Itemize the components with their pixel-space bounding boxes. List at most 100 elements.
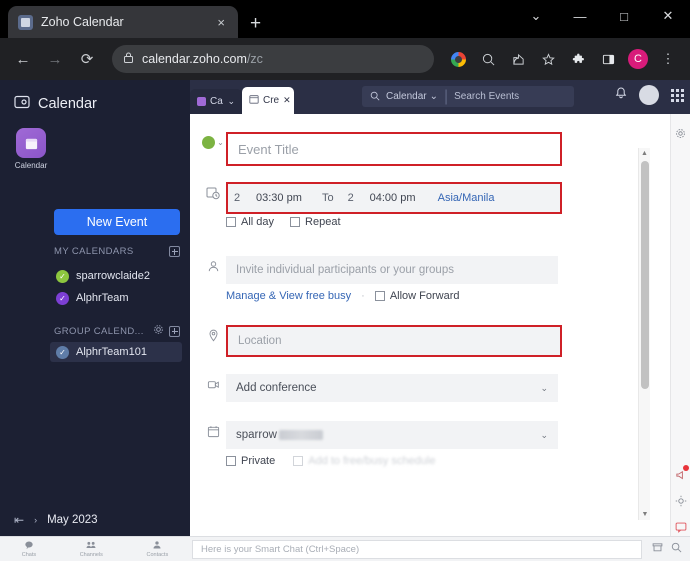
private-checkbox[interactable]: Private — [226, 455, 275, 467]
tab-create-event[interactable]: Cre ✕ — [242, 87, 294, 114]
event-title-placeholder: Event Title — [238, 141, 299, 157]
browser-tab-title: Zoho Calendar — [41, 15, 124, 29]
search-icon[interactable] — [671, 542, 682, 556]
mini-calendar-month[interactable]: May 2023 — [47, 514, 98, 526]
user-avatar[interactable] — [639, 85, 659, 105]
side-panel-icon[interactable] — [594, 45, 622, 73]
sidebar-item-alphrteam[interactable]: ✓ AlphrTeam — [50, 288, 182, 308]
sidebar-item-sparrowclaide2[interactable]: ✓ sparrowclaide2 — [50, 266, 182, 286]
sidebar-item-alphrteam101[interactable]: ✓ AlphrTeam101 — [50, 342, 182, 362]
location-input[interactable]: Location — [228, 327, 560, 355]
smart-chat-input[interactable]: Here is your Smart Chat (Ctrl+Space) — [192, 539, 642, 559]
chats-icon — [22, 540, 36, 552]
zoho-calendar-app: Calendar Calendar New Event MY CALENDARS… — [0, 80, 690, 561]
calendar-color-dot: ✓ — [56, 345, 69, 359]
checkbox-icon — [226, 217, 236, 227]
add-group-calendar-icon[interactable] — [169, 325, 180, 337]
bookmark-star-icon[interactable] — [534, 45, 562, 73]
back-icon[interactable]: ← — [8, 44, 38, 74]
close-window-icon[interactable]: ✕ — [646, 0, 690, 32]
participants-input[interactable]: Invite individual participants or your g… — [226, 256, 558, 284]
close-icon[interactable]: ✕ — [283, 95, 291, 106]
tab-label: Cre — [263, 95, 280, 106]
chevron-right-icon[interactable]: › — [34, 515, 37, 525]
contacts-icon — [146, 540, 168, 552]
search-input[interactable]: Search Events — [454, 91, 519, 102]
bottom-nav-label: Contacts — [146, 552, 169, 558]
gear-icon[interactable] — [671, 120, 690, 146]
profile-avatar[interactable]: C — [624, 45, 652, 73]
search-scope-dropdown[interactable]: Calendar ⌄ — [386, 91, 438, 102]
allow-forward-checkbox[interactable]: Allow Forward — [374, 290, 460, 302]
repeat-label: Repeat — [305, 216, 341, 228]
extensions-icon[interactable] — [564, 45, 592, 73]
event-datetime-highlight: 2 03:30 pm To 2 04:00 pm Asia/Manila — [226, 182, 562, 214]
separator-dot: · — [361, 290, 365, 302]
sidebar-header: Calendar — [0, 80, 190, 116]
checkbox-icon — [293, 456, 304, 466]
calendar-dropdown[interactable]: sparrow ⌄ — [226, 421, 558, 449]
event-color-picker[interactable]: ⌄ — [200, 132, 226, 152]
brightness-icon[interactable] — [671, 488, 690, 514]
bottom-nav-label: Chats — [21, 552, 37, 558]
calendar-app-icon — [16, 128, 46, 158]
timezone-link[interactable]: Asia/Manila — [438, 192, 495, 204]
calendar-icon — [200, 421, 226, 441]
repeat-checkbox[interactable]: Repeat — [290, 216, 341, 228]
window-controls: ⌄ — □ ✕ — [514, 0, 690, 32]
free-busy-schedule-checkbox: Add to free/busy schedule — [293, 455, 435, 467]
archive-icon[interactable] — [652, 542, 663, 556]
sidebar-footer: ⇤ › May 2023 — [0, 507, 190, 533]
gear-icon[interactable] — [153, 322, 164, 340]
start-date-input[interactable]: 2 — [228, 184, 250, 212]
address-bar[interactable]: calendar.zoho.com/zc — [112, 45, 434, 73]
google-icon[interactable] — [444, 45, 472, 73]
add-calendar-icon[interactable] — [169, 246, 180, 257]
megaphone-icon[interactable] — [671, 462, 690, 488]
person-icon — [200, 256, 226, 276]
event-datetime-fields: 2 03:30 pm To 2 04:00 pm Asia/Manila — [228, 184, 560, 212]
close-icon[interactable]: × — [214, 14, 228, 31]
search-bar[interactable]: Calendar ⌄ | Search Events — [362, 86, 574, 107]
bottom-nav-channels[interactable]: Channels — [80, 540, 103, 558]
start-time-input[interactable]: 03:30 pm — [250, 184, 314, 212]
more-menu-icon[interactable]: ⋮ — [654, 45, 682, 73]
zoho-calendar-favicon — [18, 14, 33, 30]
bottom-nav-contacts[interactable]: Contacts — [146, 540, 168, 558]
scrollbar-thumb[interactable] — [641, 161, 649, 389]
scroll-down-arrow[interactable]: ▼ — [639, 509, 651, 520]
tab-search-icon[interactable]: ⌄ — [514, 0, 558, 32]
reload-icon[interactable]: ⟳ — [72, 44, 102, 74]
app-launcher-calendar[interactable]: Calendar — [8, 128, 54, 170]
manage-free-busy-link[interactable]: Manage & View free busy — [226, 290, 351, 302]
end-time-input[interactable]: 04:00 pm — [364, 184, 428, 212]
browser-tab-strip: Zoho Calendar × + ⌄ — □ ✕ — [0, 0, 690, 38]
tab-calendar[interactable]: Ca ⌄ — [190, 89, 242, 114]
end-date-input[interactable]: 2 — [342, 184, 364, 212]
conference-label: Add conference — [236, 382, 317, 394]
form-scrollbar[interactable]: ▲ ▼ — [638, 148, 650, 520]
event-title-input[interactable]: Event Title — [228, 134, 560, 164]
apps-grid-icon[interactable] — [671, 88, 684, 102]
forward-icon[interactable]: → — [40, 44, 70, 74]
conference-dropdown[interactable]: Add conference ⌄ — [226, 374, 558, 402]
maximize-icon[interactable]: □ — [602, 0, 646, 32]
allow-forward-label: Allow Forward — [389, 290, 460, 302]
all-day-checkbox[interactable]: All day — [226, 216, 274, 228]
share-icon[interactable] — [504, 45, 532, 73]
event-datetime-row: 2 03:30 pm To 2 04:00 pm Asia/Manila — [200, 182, 562, 214]
scroll-up-arrow[interactable]: ▲ — [639, 148, 650, 159]
notification-badge — [682, 465, 689, 471]
new-event-button[interactable]: New Event — [54, 209, 180, 235]
new-tab-button[interactable]: + — [250, 14, 261, 33]
bottom-nav-chats[interactable]: Chats — [22, 540, 36, 558]
collapse-sidebar-icon[interactable]: ⇤ — [14, 513, 24, 527]
bell-icon[interactable] — [615, 87, 627, 103]
browser-tab-zoho-calendar[interactable]: Zoho Calendar × — [8, 6, 238, 38]
minimize-icon[interactable]: — — [558, 0, 602, 32]
search-icon[interactable] — [474, 45, 502, 73]
app-launcher-label: Calendar — [14, 161, 48, 170]
chevron-down-icon[interactable]: ⌄ — [227, 96, 235, 107]
smart-chat-placeholder: Here is your Smart Chat (Ctrl+Space) — [201, 543, 360, 555]
calendar-color-dot: ✓ — [56, 269, 69, 283]
